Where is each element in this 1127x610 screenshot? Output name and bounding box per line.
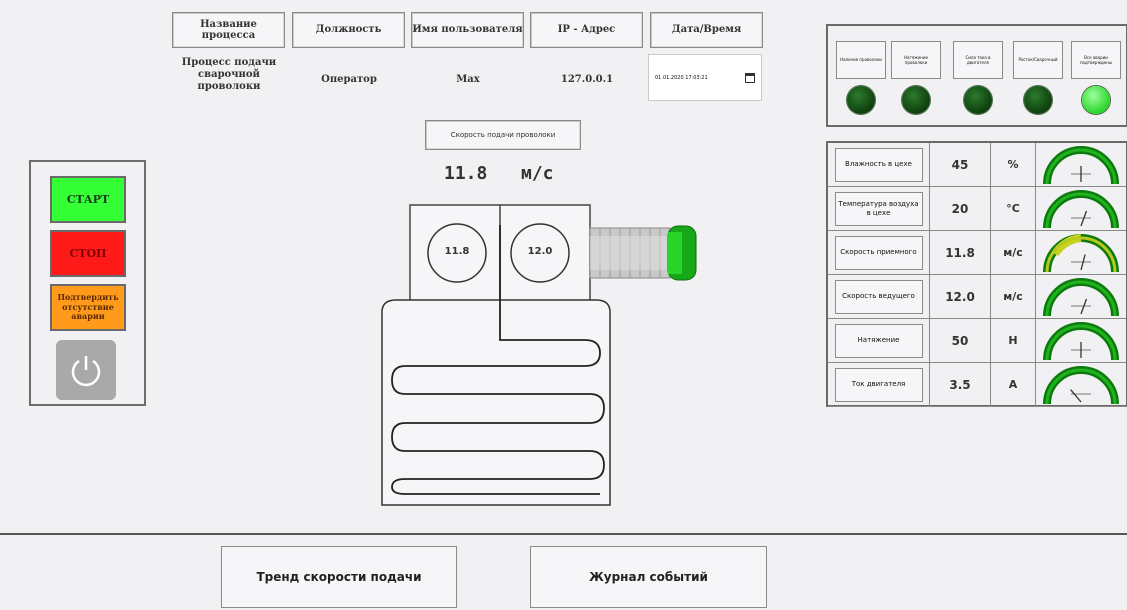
param-label-button[interactable]: Влажность в цехе [834, 147, 923, 182]
param-unit: % [991, 143, 1036, 186]
param-gauge [1036, 231, 1126, 274]
motor-cap [667, 225, 697, 281]
start-button[interactable]: СТАРТ [50, 176, 126, 223]
roller-left-value: 11.8 [444, 246, 470, 257]
param-label-cell: Натяжение [828, 319, 930, 362]
param-label-button[interactable]: Температура воздуха в цехе [834, 191, 923, 226]
power-icon [71, 356, 101, 387]
indicator-label: Все аварии подтверждены [1071, 41, 1121, 79]
param-label-cell: Скорость приемного [828, 231, 930, 274]
gauge-icon [1043, 321, 1119, 360]
param-unit: м/с [991, 231, 1036, 274]
param-label-button[interactable]: Ток двигателя [834, 367, 923, 402]
param-label-cell: Температура воздуха в цехе [828, 187, 930, 230]
datetime-text: 01.01.2020 17:03:21 [655, 74, 708, 81]
param-value: 11.8 [930, 231, 991, 274]
wire-path [391, 225, 605, 495]
param-row: Натяжение 50 Н [828, 319, 1126, 363]
roller-housing [409, 204, 591, 303]
power-button[interactable] [56, 340, 116, 400]
datetime-field[interactable]: 01.01.2020 17:03:21 [648, 54, 762, 101]
param-row: Температура воздуха в цехе 20 °C [828, 187, 1126, 231]
motor-body [589, 227, 671, 279]
param-value: 45 [930, 143, 991, 186]
gauge-icon [1043, 277, 1119, 316]
indicator-label: Наличие проволоки [836, 41, 886, 79]
param-gauge [1036, 319, 1126, 362]
param-value: 12.0 [930, 275, 991, 318]
param-gauge [1036, 143, 1126, 186]
param-gauge [1036, 275, 1126, 318]
param-label-cell: Ток двигателя [828, 363, 930, 406]
param-label-button[interactable]: Натяжение [834, 323, 923, 358]
parameters-panel: Влажность в цехе 45% Температура воздуха в… [826, 141, 1127, 407]
param-row: Скорость ведущего 12.0 м/с [828, 275, 1126, 319]
speed-unit: м/с [521, 163, 554, 184]
speed-value: 11.8 [444, 163, 488, 184]
param-unit: Н [991, 319, 1036, 362]
param-label-button[interactable]: Скорость ведущего [834, 279, 923, 314]
wire-spool [381, 299, 611, 506]
param-unit: °C [991, 187, 1036, 230]
speed-trend-button[interactable]: Тренд скорости подачи [221, 546, 457, 608]
gauge-icon [1043, 145, 1119, 184]
param-value: 3.5 [930, 363, 991, 406]
param-unit: м/с [991, 275, 1036, 318]
header-username: Имя пользователя [411, 12, 524, 48]
param-row: Скорость приемного 11.8 м/с [828, 231, 1126, 275]
indicator-lamp [964, 86, 992, 114]
param-gauge [1036, 363, 1126, 406]
param-unit: А [991, 363, 1036, 406]
gauge-icon [1043, 365, 1119, 404]
roller-right-value: 12.0 [527, 246, 553, 257]
ack-alarm-button[interactable]: Подтвердить отсутствие аварии [50, 284, 126, 331]
header-process-name: Название процесса [172, 12, 285, 48]
stop-button[interactable]: СТОП [50, 230, 126, 277]
ip-value: 127.0.0.1 [560, 74, 614, 85]
indicator-lamp [902, 86, 930, 114]
param-label-cell: Влажность в цехе [828, 143, 930, 186]
param-label-button[interactable]: Скорость приемного [834, 235, 923, 270]
header-ip: IP - Адрес [530, 12, 643, 48]
position-value: Оператор [321, 74, 377, 85]
param-gauge [1036, 187, 1126, 230]
bottom-divider [0, 533, 1127, 535]
indicator-label: Росток/Сварочный [1013, 41, 1063, 79]
gauge-icon [1043, 233, 1119, 272]
indicator-lamp [1082, 86, 1110, 114]
indicator-lamp [1024, 86, 1052, 114]
param-label-cell: Скорость ведущего [828, 275, 930, 318]
header-datetime: Дата/Время [650, 12, 763, 48]
gauge-icon [1043, 189, 1119, 228]
speed-label: Скорость подачи проволоки [425, 120, 581, 150]
event-log-button[interactable]: Журнал событий [530, 546, 767, 608]
param-value: 20 [930, 187, 991, 230]
param-row: Влажность в цехе 45% [828, 143, 1126, 187]
param-row: Ток двигателя 3.5 А [828, 363, 1126, 407]
indicator-label: Натяжение проволоки [891, 41, 941, 79]
indicator-label: Сила тока в двигателе [953, 41, 1003, 79]
param-value: 50 [930, 319, 991, 362]
process-name-value: Процесс подачи сварочной проволоки [181, 57, 277, 92]
header-position: Должность [292, 12, 405, 48]
calendar-icon[interactable] [745, 72, 755, 83]
username-value: Max [456, 74, 480, 85]
indicator-lamp [847, 86, 875, 114]
